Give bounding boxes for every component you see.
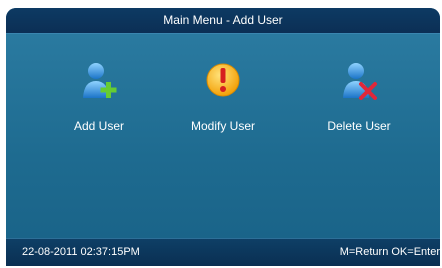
key-hint: M=Return OK=Enter <box>339 246 440 258</box>
user-delete-icon <box>343 63 377 100</box>
page-title: Main Menu - Add User <box>163 13 283 27</box>
status-bar: 22-08-2011 02:37:15PM M=Return OK=Enter <box>6 238 440 266</box>
menu-item-label: Modify User <box>190 119 255 133</box>
menu-item-delete-user[interactable]: Delete User <box>304 60 414 133</box>
title-bar: Main Menu - Add User <box>6 8 440 34</box>
menu-item-modify-user[interactable]: Modify User <box>168 60 278 133</box>
device-screen: Main Menu - Add User Add User Modify Use… <box>6 8 440 266</box>
menu-area: Add User Modify User Delete User <box>6 34 440 239</box>
user-add-icon <box>83 63 117 98</box>
menu-item-label: Add User <box>73 119 125 133</box>
menu-item-label: Delete User <box>327 119 391 133</box>
warning-icon <box>206 63 240 97</box>
menu-item-add-user[interactable]: Add User <box>44 60 154 133</box>
datetime-readout: 22-08-2011 02:37:15PM <box>22 246 140 258</box>
